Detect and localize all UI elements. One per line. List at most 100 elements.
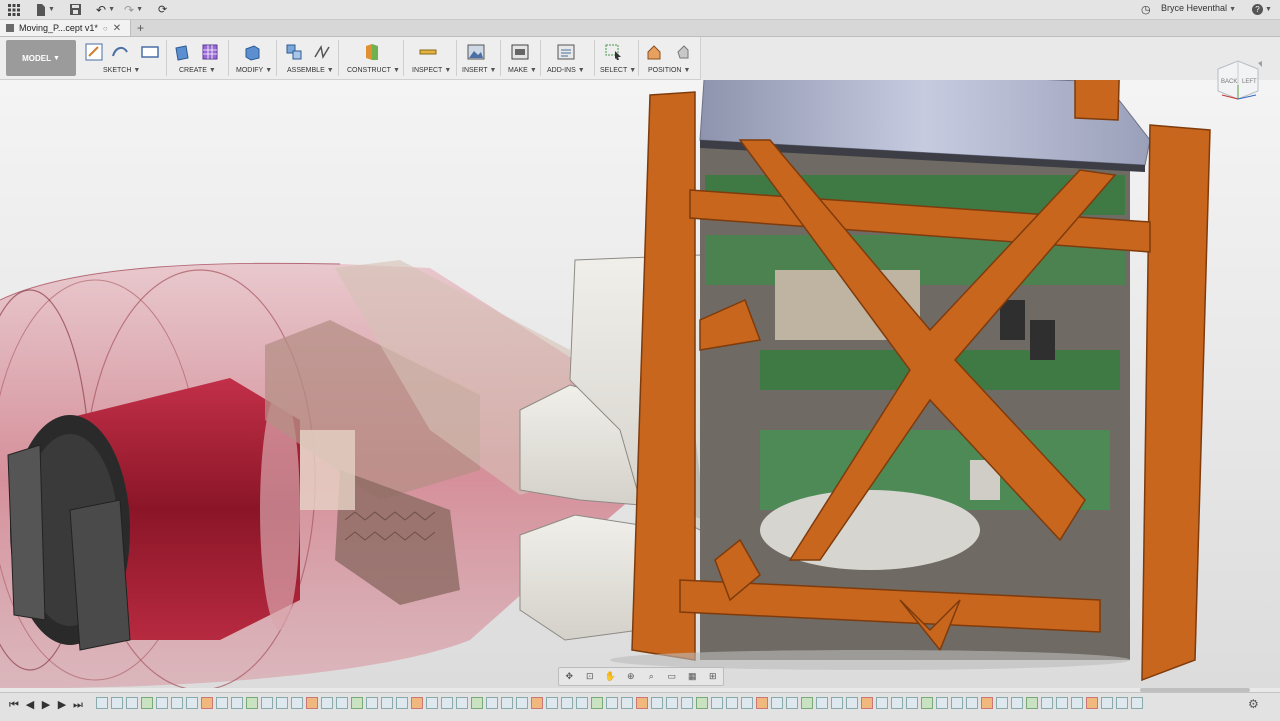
viewcube-left-face[interactable]: LEFT	[1242, 79, 1257, 85]
press-pull-icon[interactable]	[242, 42, 262, 62]
assemble-menu[interactable]: ASSEMBLE ▼	[287, 67, 334, 74]
timeline-feature[interactable]	[1131, 697, 1143, 709]
timeline-feature[interactable]	[861, 697, 873, 709]
timeline-feature[interactable]	[1056, 697, 1068, 709]
timeline-feature[interactable]	[996, 697, 1008, 709]
timeline-feature[interactable]	[351, 697, 363, 709]
timeline-feature[interactable]	[1071, 697, 1083, 709]
timeline-feature[interactable]	[381, 697, 393, 709]
timeline-feature[interactable]	[171, 697, 183, 709]
timeline-feature[interactable]	[111, 697, 123, 709]
capture-position-icon[interactable]	[644, 42, 664, 62]
go-to-end-icon[interactable]: ⏭	[72, 699, 84, 711]
inspect-menu[interactable]: INSPECT ▼	[412, 67, 451, 74]
timeline-feature[interactable]	[201, 697, 213, 709]
add-tab-icon[interactable]: +	[137, 20, 144, 36]
measure-icon[interactable]	[418, 42, 438, 62]
construct-menu[interactable]: CONSTRUCT ▼	[347, 67, 400, 74]
timeline-feature[interactable]	[1116, 697, 1128, 709]
sketch-menu[interactable]: SKETCH ▼	[103, 67, 140, 74]
make-menu[interactable]: MAKE ▼	[508, 67, 537, 74]
timeline-feature[interactable]	[231, 697, 243, 709]
timeline-feature[interactable]	[141, 697, 153, 709]
timeline-feature[interactable]	[921, 697, 933, 709]
revert-position-icon[interactable]	[672, 42, 692, 62]
arc-icon[interactable]	[110, 42, 130, 62]
select-menu[interactable]: SELECT ▼	[600, 67, 636, 74]
timeline-feature[interactable]	[426, 697, 438, 709]
go-to-start-icon[interactable]: ⏮	[8, 699, 20, 711]
sketch-icon[interactable]	[84, 42, 104, 62]
undo-button[interactable]: ↶ ▼	[96, 2, 115, 17]
timeline-feature[interactable]	[366, 697, 378, 709]
position-menu[interactable]: POSITION ▼	[648, 67, 690, 74]
timeline-feature[interactable]	[561, 697, 573, 709]
form-icon[interactable]	[200, 42, 220, 62]
3d-viewport[interactable]	[0, 80, 1280, 688]
zoom-icon[interactable]: ⊕	[625, 671, 637, 682]
timeline-feature[interactable]	[1041, 697, 1053, 709]
timeline-feature[interactable]	[276, 697, 288, 709]
display-settings-icon[interactable]: ▭	[666, 671, 678, 682]
timeline-feature[interactable]	[486, 697, 498, 709]
timeline-feature[interactable]	[501, 697, 513, 709]
timeline-feature[interactable]	[156, 697, 168, 709]
timeline-feature[interactable]	[906, 697, 918, 709]
look-at-icon[interactable]: ⊡	[584, 671, 596, 682]
timeline-feature[interactable]	[876, 697, 888, 709]
timeline-feature[interactable]	[471, 697, 483, 709]
timeline-feature[interactable]	[786, 697, 798, 709]
grid-settings-icon[interactable]: ▦	[686, 671, 698, 682]
timeline-feature[interactable]	[186, 697, 198, 709]
timeline-feature[interactable]	[741, 697, 753, 709]
insert-menu[interactable]: INSERT ▼	[462, 67, 496, 74]
timeline-feature[interactable]	[606, 697, 618, 709]
timeline-feature[interactable]	[576, 697, 588, 709]
timeline-feature[interactable]	[726, 697, 738, 709]
job-status-button[interactable]: ◷	[1141, 2, 1151, 17]
viewcube[interactable]: BACK LEFT	[1212, 55, 1264, 103]
timeline-feature[interactable]	[531, 697, 543, 709]
fit-icon[interactable]: ⌕	[645, 671, 657, 682]
file-menu-button[interactable]: ▼	[36, 2, 55, 17]
timeline-feature[interactable]	[1026, 697, 1038, 709]
timeline-feature[interactable]	[891, 697, 903, 709]
timeline-feature[interactable]	[96, 697, 108, 709]
timeline-feature[interactable]	[261, 697, 273, 709]
user-menu[interactable]: Bryce Heventhal ▼	[1161, 3, 1236, 13]
timeline-feature[interactable]	[591, 697, 603, 709]
scripts-icon[interactable]	[556, 42, 576, 62]
workspace-switcher[interactable]: MODEL ▼	[6, 40, 76, 76]
timeline-feature[interactable]	[546, 697, 558, 709]
create-menu[interactable]: CREATE ▼	[179, 67, 216, 74]
save-button[interactable]	[70, 2, 81, 17]
offset-plane-icon[interactable]	[362, 42, 382, 62]
timeline-feature[interactable]	[756, 697, 768, 709]
timeline-feature[interactable]	[216, 697, 228, 709]
timeline-feature[interactable]	[1086, 697, 1098, 709]
timeline-feature[interactable]	[1011, 697, 1023, 709]
timeline-feature[interactable]	[951, 697, 963, 709]
timeline-feature[interactable]	[831, 697, 843, 709]
home-view-icon[interactable]	[1258, 61, 1262, 67]
timeline-feature[interactable]	[336, 697, 348, 709]
timeline-feature[interactable]	[711, 697, 723, 709]
step-forward-icon[interactable]: ▶	[56, 699, 68, 711]
grid-icon[interactable]	[8, 2, 20, 17]
extrude-icon[interactable]	[172, 42, 192, 62]
timeline-feature[interactable]	[636, 697, 648, 709]
timeline-feature[interactable]	[126, 697, 138, 709]
timeline-feature[interactable]	[456, 697, 468, 709]
timeline-feature[interactable]	[936, 697, 948, 709]
add-ins-menu[interactable]: ADD-INS ▼	[547, 67, 585, 74]
timeline-feature[interactable]	[816, 697, 828, 709]
timeline-feature[interactable]	[696, 697, 708, 709]
help-button[interactable]: ? ▼	[1252, 2, 1272, 17]
document-tab[interactable]: Moving_P...cept v1* ○ ✕	[0, 20, 131, 36]
timeline-feature[interactable]	[651, 697, 663, 709]
timeline-settings-icon[interactable]: ⚙	[1248, 697, 1259, 711]
play-icon[interactable]: ▶	[40, 699, 52, 711]
new-component-icon[interactable]	[284, 42, 304, 62]
orbit-icon[interactable]: ✥	[563, 671, 575, 682]
select-icon[interactable]	[604, 42, 624, 62]
